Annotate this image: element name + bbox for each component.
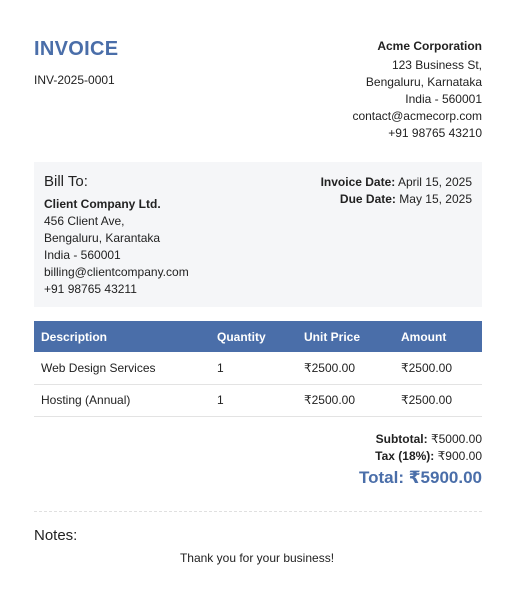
company-phone: +91 98765 43210 — [388, 126, 482, 140]
grand-total-row: Total: ₹5900.00 — [359, 467, 482, 489]
item-description: Hosting (Annual) — [34, 384, 210, 417]
due-date-label: Due Date: — [339, 192, 396, 206]
table-row: Web Design Services 1 ₹2500.00 ₹2500.00 — [34, 352, 482, 385]
line-items-table: Description Quantity Unit Price Amount W… — [34, 321, 482, 417]
invoice-header: INVOICE INV-2025-0001 Acme Corporation 1… — [34, 38, 482, 148]
item-amount: ₹2500.00 — [394, 352, 482, 385]
company-address-line3: India - 560001 — [405, 92, 482, 106]
notes-divider — [34, 511, 482, 512]
grand-total-value: ₹5900.00 — [408, 468, 482, 487]
due-date-value: May 15, 2025 — [399, 192, 472, 206]
client-name: Client Company Ltd. — [44, 197, 161, 211]
table-row: Hosting (Annual) 1 ₹2500.00 ₹2500.00 — [34, 384, 482, 417]
tax-value: ₹900.00 — [437, 449, 482, 463]
subtotal-value: ₹5000.00 — [430, 432, 482, 446]
tax-label: Tax (18%): — [375, 449, 435, 463]
invoice-date-row: Invoice Date: April 15, 2025 — [321, 174, 472, 191]
company-address-line2: Bengaluru, Karnataka — [365, 75, 482, 89]
notes-label: Notes: — [34, 527, 78, 544]
item-quantity: 1 — [210, 352, 297, 385]
item-amount: ₹2500.00 — [394, 384, 482, 417]
client-address-line1: 456 Client Ave, — [44, 214, 125, 228]
column-header-description: Description — [34, 321, 210, 352]
client-address-line3: India - 560001 — [44, 248, 121, 262]
totals-section: Subtotal: ₹5000.00 Tax (18%): ₹900.00 To… — [359, 431, 482, 489]
invoice-date-label: Invoice Date: — [320, 175, 396, 189]
client-phone: +91 98765 43211 — [44, 282, 137, 296]
client-address-line2: Bengaluru, Karantaka — [44, 231, 161, 245]
invoice-dates: Invoice Date: April 15, 2025 Due Date: M… — [321, 174, 472, 208]
item-unit-price: ₹2500.00 — [297, 384, 394, 417]
bill-to-details: Client Company Ltd. 456 Client Ave, Beng… — [44, 196, 189, 298]
invoice-number: INV-2025-0001 — [34, 73, 115, 87]
company-address-line1: 123 Business St, — [391, 58, 482, 72]
tax-row: Tax (18%): ₹900.00 — [359, 448, 482, 465]
invoice-date-value: April 15, 2025 — [397, 175, 472, 189]
item-quantity: 1 — [210, 384, 297, 417]
company-name: Acme Corporation — [377, 39, 482, 53]
client-email: billing@clientcompany.com — [44, 265, 189, 279]
item-unit-price: ₹2500.00 — [297, 352, 394, 385]
table-header-row: Description Quantity Unit Price Amount — [34, 321, 482, 352]
due-date-row: Due Date: May 15, 2025 — [321, 191, 472, 208]
bill-to-label: Bill To: — [44, 173, 88, 190]
column-header-quantity: Quantity — [210, 321, 297, 352]
company-email: contact@acmecorp.com — [352, 109, 482, 123]
thank-you-message: Thank you for your business! — [179, 551, 335, 565]
column-header-unit-price: Unit Price — [297, 321, 394, 352]
grand-total-label: Total: — [358, 468, 404, 487]
column-header-amount: Amount — [394, 321, 482, 352]
subtotal-label: Subtotal: — [375, 432, 428, 446]
company-info: Acme Corporation 123 Business St, Bengal… — [352, 38, 482, 142]
item-description: Web Design Services — [34, 352, 210, 385]
subtotal-row: Subtotal: ₹5000.00 — [359, 431, 482, 448]
invoice-title: INVOICE — [34, 38, 119, 60]
bill-to-panel: Bill To: Client Company Ltd. 456 Client … — [34, 162, 482, 307]
